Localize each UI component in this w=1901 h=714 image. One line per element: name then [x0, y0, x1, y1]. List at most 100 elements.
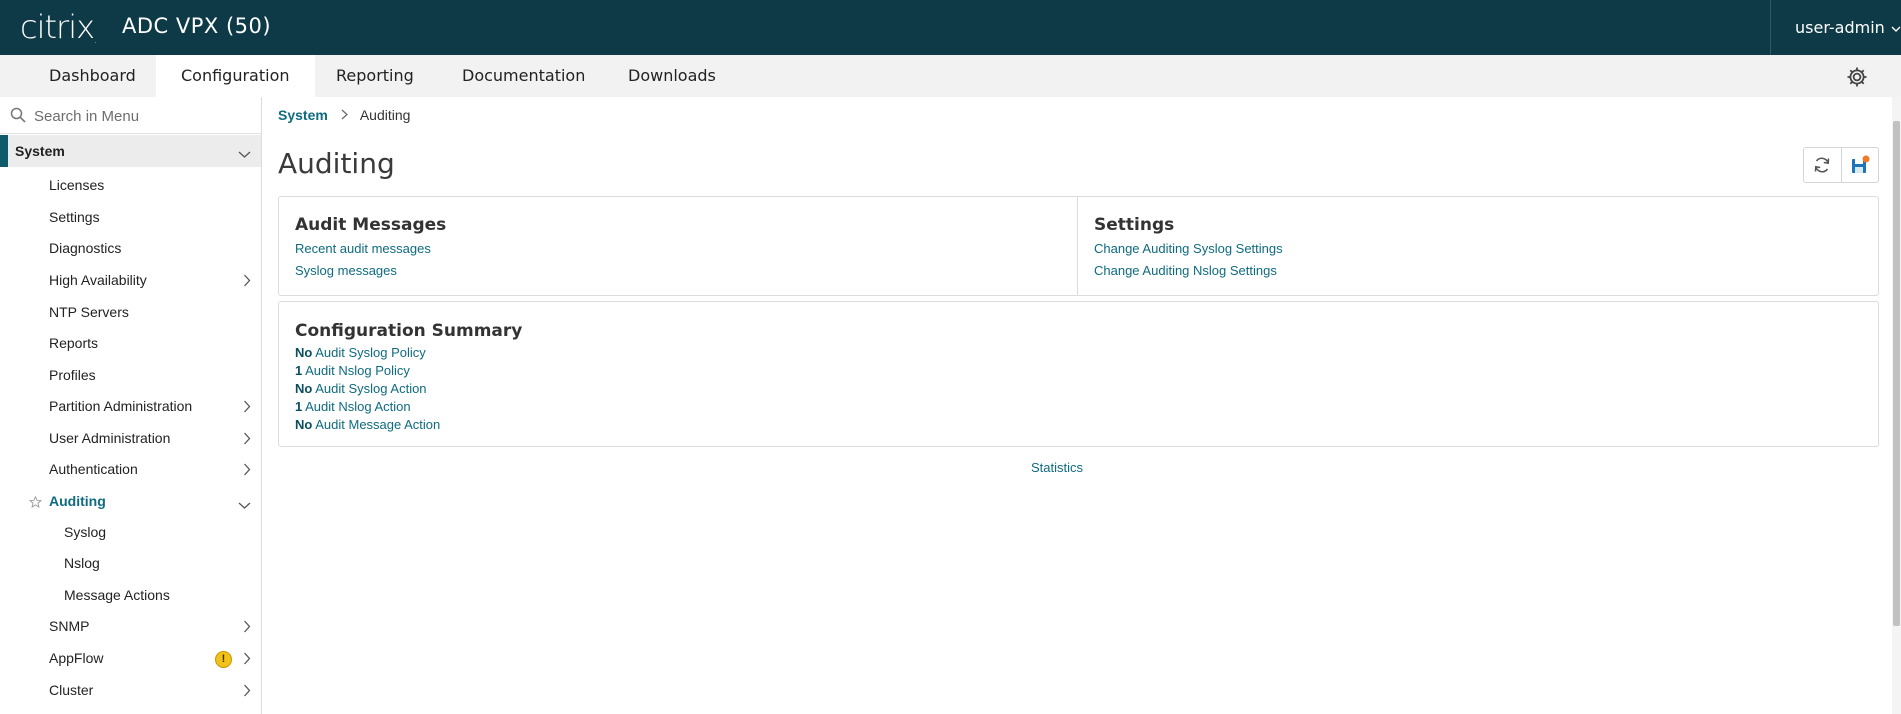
settings-heading: Settings — [1094, 215, 1175, 235]
change-nslog-settings-link[interactable]: Change Auditing Nslog Settings — [1094, 263, 1277, 278]
chevron-right-icon — [243, 684, 251, 700]
sidebar-item-label: Cluster — [49, 682, 94, 698]
settings-panel: Settings Change Auditing Syslog Settings… — [1078, 197, 1878, 295]
user-name: user-admin — [1795, 18, 1885, 37]
sidebar-item-label: Authentication — [49, 461, 138, 477]
chevron-down-icon — [1891, 18, 1901, 37]
summary-label: Audit Nslog Action — [305, 399, 411, 414]
page-title: Auditing — [278, 147, 395, 180]
tab-reporting[interactable]: Reporting — [311, 55, 439, 97]
tab-configuration[interactable]: Configuration — [156, 55, 315, 97]
save-icon — [1851, 155, 1870, 173]
chevron-right-icon — [243, 274, 251, 290]
configuration-summary-heading: Configuration Summary — [295, 321, 523, 341]
summary-count: No — [295, 381, 313, 396]
sidebar-item-cluster[interactable]: Cluster — [0, 675, 261, 705]
tab-dashboard[interactable]: Dashboard — [24, 55, 161, 97]
search-icon — [10, 107, 26, 123]
gear-icon[interactable] — [1845, 65, 1869, 89]
sidebar-item-label: Licenses — [49, 177, 105, 193]
summary-audit-nslog-action[interactable]: 1 Audit Nslog Action — [295, 399, 411, 414]
chevron-down-icon — [238, 497, 251, 513]
chevron-right-icon — [243, 620, 251, 636]
scrollbar[interactable] — [1892, 97, 1901, 714]
sidebar-item-label: AppFlow — [49, 650, 104, 666]
refresh-button[interactable] — [1804, 148, 1841, 182]
statistics-link[interactable]: Statistics — [1031, 460, 1083, 475]
chevron-right-icon — [243, 400, 251, 416]
chevron-right-icon — [243, 432, 251, 448]
summary-label: Audit Syslog Policy — [315, 345, 426, 360]
summary-audit-syslog-action[interactable]: No Audit Syslog Action — [295, 381, 427, 396]
sidebar: System Licenses Settings Diagnostics Hig… — [0, 97, 262, 714]
user-menu[interactable]: user-admin — [1770, 0, 1901, 55]
sidebar-item-label: Auditing — [49, 493, 106, 509]
summary-count: 1 — [295, 399, 303, 414]
summary-audit-message-action[interactable]: No Audit Message Action — [295, 417, 440, 432]
sidebar-item-label: User Administration — [49, 430, 171, 446]
sidebar-item-licenses[interactable]: Licenses — [0, 170, 261, 200]
sidebar-item-label: Profiles — [49, 367, 96, 383]
summary-count: No — [295, 345, 313, 360]
sidebar-item-user-administration[interactable]: User Administration — [0, 423, 261, 453]
audit-messages-panel: Audit Messages Recent audit messages Sys… — [279, 197, 1078, 295]
summary-label: Audit Syslog Action — [315, 381, 427, 396]
sidebar-item-partition-administration[interactable]: Partition Administration — [0, 391, 261, 421]
search-input[interactable] — [32, 103, 256, 129]
chevron-right-icon — [243, 652, 251, 668]
top-header: citrix. ADC VPX (50) user-admin — [0, 0, 1901, 56]
chevron-right-icon — [341, 107, 348, 123]
audit-panels: Audit Messages Recent audit messages Sys… — [278, 196, 1879, 296]
sidebar-item-label: Nslog — [64, 555, 100, 571]
recent-audit-messages-link[interactable]: Recent audit messages — [295, 241, 431, 256]
sidebar-item-label: SNMP — [49, 618, 90, 634]
page-actions — [1803, 147, 1879, 183]
sidebar-item-nslog[interactable]: Nslog — [0, 548, 261, 578]
breadcrumb-system-link[interactable]: System — [278, 107, 328, 123]
sidebar-item-snmp[interactable]: SNMP — [0, 611, 261, 641]
citrix-logo[interactable]: citrix. — [20, 8, 97, 46]
scrollbar-thumb[interactable] — [1893, 121, 1900, 626]
sidebar-item-label: Reports — [49, 335, 99, 351]
syslog-messages-link[interactable]: Syslog messages — [295, 263, 397, 278]
sidebar-item-settings[interactable]: Settings — [0, 202, 261, 232]
star-icon[interactable] — [28, 495, 43, 511]
sidebar-item-profiles[interactable]: Profiles — [0, 360, 261, 390]
chevron-right-icon — [243, 463, 251, 479]
summary-audit-syslog-policy[interactable]: No Audit Syslog Policy — [295, 345, 426, 360]
sidebar-item-diagnostics[interactable]: Diagnostics — [0, 233, 261, 263]
breadcrumb-current: Auditing — [359, 107, 411, 123]
chevron-down-icon — [238, 146, 251, 162]
sidebar-item-label: Partition Administration — [49, 398, 193, 414]
sidebar-section-system[interactable]: System — [0, 135, 261, 167]
product-name: ADC VPX (50) — [122, 14, 272, 38]
sidebar-item-high-availability[interactable]: High Availability — [0, 265, 261, 295]
warning-icon: ! — [215, 651, 232, 668]
sidebar-item-syslog[interactable]: Syslog — [0, 517, 261, 547]
save-config-button[interactable] — [1840, 148, 1879, 182]
sidebar-item-label: High Availability — [49, 272, 147, 288]
sidebar-item-ntp-servers[interactable]: NTP Servers — [0, 297, 261, 327]
sidebar-item-label: NTP Servers — [49, 304, 129, 320]
menu-search — [0, 97, 261, 134]
sidebar-item-authentication[interactable]: Authentication — [0, 454, 261, 484]
sidebar-item-message-actions[interactable]: Message Actions — [0, 580, 261, 610]
change-syslog-settings-link[interactable]: Change Auditing Syslog Settings — [1094, 241, 1283, 256]
main-tabs: Dashboard Configuration Reporting Docume… — [0, 55, 1901, 97]
breadcrumb: System Auditing — [278, 107, 410, 123]
main-content: System Auditing Auditing Audit Messages … — [262, 97, 1892, 714]
tab-documentation[interactable]: Documentation — [437, 55, 610, 97]
sidebar-item-label: Message Actions — [64, 587, 170, 603]
sidebar-section-label: System — [15, 143, 65, 159]
sidebar-item-auditing[interactable]: Auditing — [0, 486, 261, 516]
sidebar-item-label: Syslog — [64, 524, 107, 540]
sidebar-item-appflow[interactable]: AppFlow ! — [0, 643, 261, 673]
sidebar-item-label: Diagnostics — [49, 240, 122, 256]
audit-messages-heading: Audit Messages — [295, 215, 447, 235]
summary-count: 1 — [295, 363, 303, 378]
sidebar-item-reports[interactable]: Reports — [0, 328, 261, 358]
tab-downloads[interactable]: Downloads — [603, 55, 741, 97]
summary-audit-nslog-policy[interactable]: 1 Audit Nslog Policy — [295, 363, 410, 378]
summary-label: Audit Message Action — [315, 417, 441, 432]
refresh-icon — [1815, 157, 1830, 173]
